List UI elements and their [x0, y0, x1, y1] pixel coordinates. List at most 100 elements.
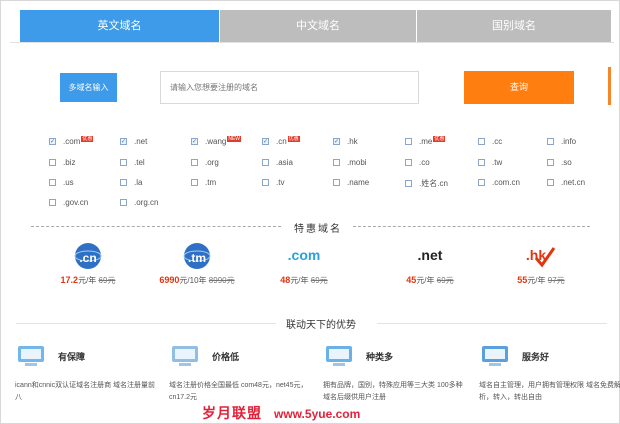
- promo-item[interactable]: .com 48元/年 69元: [259, 238, 349, 286]
- price-unit: 元/年: [416, 276, 435, 285]
- promo-item[interactable]: .net 45元/年 69元: [385, 238, 475, 286]
- domain-logo-icon: .hk: [496, 238, 586, 274]
- domain-label: .cc: [492, 137, 503, 146]
- domain-label: .info: [561, 137, 577, 146]
- checkbox[interactable]: ✓: [262, 138, 269, 145]
- tab-english-domains[interactable]: 英文域名: [20, 10, 219, 42]
- checkbox[interactable]: [120, 179, 127, 186]
- checkbox[interactable]: [191, 159, 198, 166]
- domain-option[interactable]: ✓ .cn 优惠: [262, 135, 300, 146]
- checkbox[interactable]: [478, 138, 485, 145]
- domain-option[interactable]: .mobi: [333, 158, 367, 167]
- price-unit: 元/年: [290, 276, 309, 285]
- promo-price: 48元/年 69元: [259, 275, 349, 286]
- svg-text:.com: .com: [288, 247, 321, 263]
- domain-option[interactable]: .tv: [262, 178, 284, 187]
- domain-label: .tv: [276, 178, 285, 187]
- checkbox[interactable]: [49, 179, 56, 186]
- checkbox[interactable]: [191, 179, 198, 186]
- checkbox[interactable]: [49, 159, 56, 166]
- price-icon: [169, 340, 201, 368]
- divider: [31, 226, 281, 227]
- checkbox[interactable]: [262, 179, 269, 186]
- svg-text:.tm: .tm: [188, 251, 206, 265]
- divider: [16, 323, 276, 324]
- domain-label: .name: [347, 178, 370, 187]
- watermark-text: 岁月联盟: [202, 405, 262, 421]
- domain-option[interactable]: .biz: [49, 158, 75, 167]
- domain-option[interactable]: ✓ .wang NEW: [191, 135, 242, 146]
- domain-label: .biz: [63, 158, 76, 167]
- checkbox[interactable]: [547, 159, 554, 166]
- domain-option[interactable]: .姓名.cn: [405, 178, 448, 189]
- domain-option[interactable]: .tel: [120, 158, 145, 167]
- checkbox[interactable]: ✓: [333, 138, 340, 145]
- domain-option[interactable]: .la: [120, 178, 142, 187]
- advantage-description: 域名自主管理，用户拥有管理权限 域名免费解析，转入，转出自由: [479, 382, 620, 401]
- domain-option[interactable]: .so: [547, 158, 572, 167]
- domain-label: .gov.cn: [63, 198, 89, 207]
- search-button[interactable]: 查询: [464, 71, 574, 104]
- original-price: 97元: [547, 276, 565, 285]
- domain-tag-badge: 优惠: [81, 135, 94, 142]
- domain-option[interactable]: .gov.cn: [49, 198, 88, 207]
- domain-option[interactable]: ✓ .net: [120, 137, 147, 146]
- checkbox[interactable]: [547, 179, 554, 186]
- checkbox[interactable]: [120, 159, 127, 166]
- checkbox[interactable]: [478, 179, 485, 186]
- domain-option[interactable]: .us: [49, 178, 74, 187]
- domain-logo-icon: .tm: [152, 238, 242, 274]
- domain-logo-icon: .net: [385, 238, 475, 274]
- checkbox[interactable]: [49, 199, 56, 206]
- tab-country-domains[interactable]: 国别域名: [416, 10, 611, 42]
- accent-bar: [608, 67, 611, 105]
- multi-domain-input-button[interactable]: 多域名输入: [60, 73, 117, 102]
- domain-label: .us: [63, 178, 74, 187]
- checkbox[interactable]: ✓: [191, 138, 198, 145]
- original-price: 8990元: [208, 276, 235, 285]
- domain-option[interactable]: .org: [191, 158, 219, 167]
- price-value: 17.2: [60, 275, 79, 285]
- domain-option[interactable]: .cc: [478, 137, 502, 146]
- promo-item[interactable]: .hk 55元/年 97元: [496, 238, 586, 286]
- domain-option[interactable]: .net.cn: [547, 178, 585, 187]
- domain-label: .cn: [276, 137, 287, 146]
- domain-option[interactable]: .org.cn: [120, 198, 158, 207]
- price-value: 48: [280, 275, 291, 285]
- checkbox[interactable]: [120, 199, 127, 206]
- checkbox[interactable]: [405, 180, 412, 187]
- domain-label: .姓名.cn: [419, 179, 448, 188]
- domain-label: .so: [561, 158, 572, 167]
- original-price: 69元: [98, 276, 116, 285]
- checkbox[interactable]: [405, 138, 412, 145]
- promo-item[interactable]: .tm 6990元/10年 8990元: [152, 238, 242, 286]
- checkbox[interactable]: [333, 179, 340, 186]
- tab-chinese-domains[interactable]: 中文域名: [219, 10, 416, 42]
- domain-option[interactable]: .me 优惠: [405, 135, 446, 146]
- domain-search-input[interactable]: [160, 71, 419, 104]
- price-value: 55: [517, 275, 528, 285]
- domain-label: .com: [63, 137, 81, 146]
- checkbox[interactable]: [478, 159, 485, 166]
- checkbox[interactable]: [333, 159, 340, 166]
- domain-option[interactable]: .info: [547, 137, 576, 146]
- checkbox[interactable]: [405, 159, 412, 166]
- domain-label: .la: [134, 178, 143, 187]
- promo-item[interactable]: .cn 17.2元/年 69元: [43, 238, 133, 286]
- domain-option[interactable]: .com.cn: [478, 178, 520, 187]
- domain-option[interactable]: .co: [405, 158, 430, 167]
- promo-price: 55元/年 97元: [496, 275, 586, 286]
- domain-option[interactable]: .name: [333, 178, 369, 187]
- domain-option[interactable]: ✓ .com 优惠: [49, 135, 94, 146]
- checkbox[interactable]: [262, 159, 269, 166]
- service-icon: [479, 340, 511, 368]
- domain-option[interactable]: .tm: [191, 178, 216, 187]
- domain-option[interactable]: .tw: [478, 158, 502, 167]
- domain-label: .me: [419, 137, 433, 146]
- domain-label: .hk: [347, 137, 358, 146]
- domain-option[interactable]: .asia: [262, 158, 293, 167]
- domain-option[interactable]: ✓ .hk: [333, 137, 358, 146]
- checkbox[interactable]: ✓: [120, 138, 127, 145]
- checkbox[interactable]: ✓: [49, 138, 56, 145]
- checkbox[interactable]: [547, 138, 554, 145]
